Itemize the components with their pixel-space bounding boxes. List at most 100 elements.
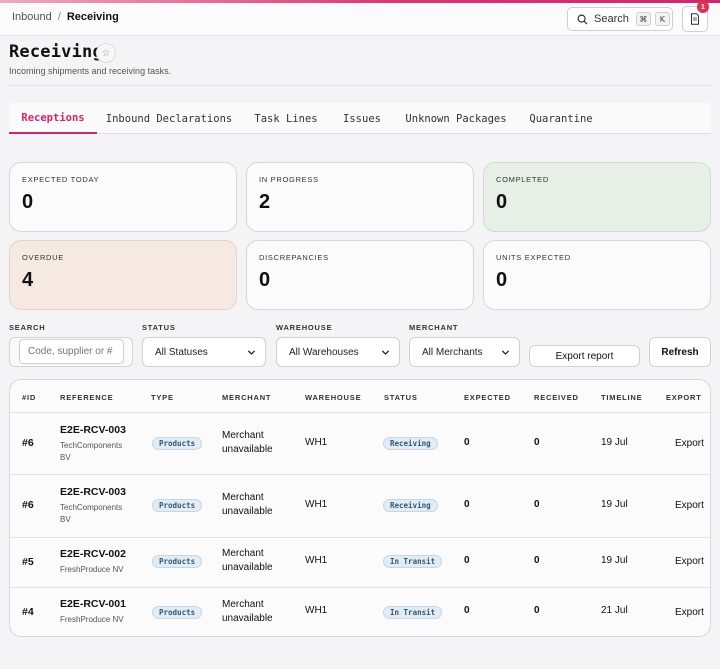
stat-value: 0	[496, 269, 508, 291]
status-select-value: All Statuses	[155, 346, 208, 358]
breadcrumb-separator: /	[57, 11, 61, 23]
row-supplier: FreshProduce NV	[60, 565, 124, 574]
column-header-timeline: TIMELINE	[601, 393, 643, 402]
page-subtitle: Incoming shipments and receiving tasks.	[9, 66, 172, 76]
row-merchant: Merchant unavailable	[222, 430, 273, 455]
row-received: 0	[534, 555, 540, 566]
status-badge: Receiving	[383, 437, 438, 450]
row-expected: 0	[464, 555, 470, 566]
row-id: #5	[22, 556, 34, 568]
row-timeline: 19 Jul	[601, 437, 628, 448]
row-warehouse: WH1	[305, 555, 328, 566]
column-header-id: #ID	[22, 393, 37, 402]
breadcrumb-root[interactable]: Inbound	[12, 11, 52, 23]
tab-inbound-declarations[interactable]: Inbound Declarations	[105, 103, 233, 134]
breadcrumb: Inbound / Receiving	[12, 11, 119, 23]
chevron-down-icon	[381, 350, 390, 355]
row-received: 0	[534, 437, 540, 448]
stat-label: OVERDUE	[22, 253, 64, 262]
row-merchant: Merchant unavailable	[222, 492, 273, 517]
shortcut-k-key: K	[654, 12, 670, 26]
row-supplier: FreshProduce NV	[60, 615, 124, 624]
stat-label: DISCREPANCIES	[259, 253, 329, 262]
row-reference[interactable]: E2E-RCV-001	[60, 598, 126, 610]
merchant-filter-label: MERCHANT	[409, 323, 459, 332]
tab-issues[interactable]: Issues	[339, 103, 385, 134]
row-export-link[interactable]: Export	[675, 438, 704, 449]
tab-unknown-packages[interactable]: Unknown Packages	[403, 103, 509, 134]
status-select[interactable]: All Statuses	[142, 337, 266, 367]
export-report-button[interactable]: Export report	[529, 345, 640, 367]
stat-card-completed: COMPLETED 0	[483, 162, 711, 232]
stat-value: 0	[22, 191, 34, 213]
column-header-merchant: MERCHANT	[222, 393, 272, 402]
row-export-link[interactable]: Export	[675, 607, 704, 618]
row-export-link[interactable]: Export	[675, 556, 704, 567]
row-id: #6	[22, 437, 34, 449]
row-reference[interactable]: E2E-RCV-003	[60, 486, 126, 498]
column-header-export: EXPORT	[666, 393, 702, 402]
header-divider	[9, 85, 711, 86]
row-warehouse: WH1	[305, 499, 328, 510]
receptions-table: #ID REFERENCE TYPE MERCHANT WAREHOUSE ST…	[9, 379, 711, 637]
row-timeline: 19 Jul	[601, 499, 628, 510]
column-header-warehouse: WAREHOUSE	[305, 393, 362, 402]
row-expected: 0	[464, 605, 470, 616]
breadcrumb-current: Receiving	[66, 11, 119, 23]
tab-bar: Receptions Inbound Declarations Task Lin…	[9, 103, 711, 134]
stat-label: EXPECTED TODAY	[22, 175, 100, 184]
warehouse-select-value: All Warehouses	[289, 346, 359, 358]
search-filter-label: SEARCH	[9, 323, 46, 332]
row-supplier: TechComponents BV	[60, 441, 123, 462]
table-row[interactable]: #4 E2E-RCV-001 FreshProduce NV Products …	[10, 587, 710, 636]
stat-card-expected-today: EXPECTED TODAY 0	[9, 162, 237, 232]
row-received: 0	[534, 605, 540, 616]
stat-label: UNITS EXPECTED	[496, 253, 571, 262]
row-reference[interactable]: E2E-RCV-003	[60, 424, 126, 436]
stat-value: 2	[259, 191, 271, 213]
notification-badge: 1	[697, 1, 709, 13]
row-export-link[interactable]: Export	[675, 500, 704, 511]
row-expected: 0	[464, 499, 470, 510]
type-badge: Products	[152, 437, 203, 450]
tab-quarantine[interactable]: Quarantine	[525, 103, 597, 134]
column-header-reference: REFERENCE	[60, 393, 114, 402]
search-label: Search	[594, 13, 629, 25]
search-input[interactable]	[19, 339, 124, 364]
stat-value: 4	[22, 269, 34, 291]
stat-card-units-expected: UNITS EXPECTED 0	[483, 240, 711, 310]
column-header-status: STATUS	[384, 393, 418, 402]
row-timeline: 21 Jul	[601, 605, 628, 616]
warehouse-select[interactable]: All Warehouses	[276, 337, 400, 367]
status-badge: In Transit	[383, 606, 443, 619]
status-filter-label: STATUS	[142, 323, 176, 332]
row-reference[interactable]: E2E-RCV-002	[60, 548, 126, 560]
table-row[interactable]: #5 E2E-RCV-002 FreshProduce NV Products …	[10, 537, 710, 587]
merchant-select[interactable]: All Merchants	[409, 337, 520, 367]
refresh-button[interactable]: Refresh	[649, 337, 711, 367]
tab-receptions[interactable]: Receptions	[9, 103, 97, 134]
merchant-select-value: All Merchants	[422, 346, 483, 358]
search-icon	[577, 14, 588, 25]
column-header-received: RECEIVED	[534, 393, 579, 402]
warehouse-filter-label: WAREHOUSE	[276, 323, 333, 332]
stat-card-overdue: OVERDUE 4	[9, 240, 237, 310]
column-header-type: TYPE	[151, 393, 174, 402]
row-warehouse: WH1	[305, 437, 328, 448]
favorite-star-icon[interactable]: ☆	[96, 43, 116, 63]
type-badge: Products	[152, 555, 203, 568]
stat-label: COMPLETED	[496, 175, 549, 184]
row-id: #4	[22, 606, 34, 618]
chevron-down-icon	[501, 350, 510, 355]
table-row[interactable]: #6 E2E-RCV-003 TechComponents BV Product…	[10, 474, 710, 537]
row-expected: 0	[464, 437, 470, 448]
global-search-button[interactable]: Search ⌘ K	[567, 7, 673, 31]
table-row[interactable]: #6 E2E-RCV-003 TechComponents BV Product…	[10, 412, 710, 474]
stat-card-discrepancies: DISCREPANCIES 0	[246, 240, 474, 310]
status-badge: Receiving	[383, 499, 438, 512]
row-timeline: 19 Jul	[601, 555, 628, 566]
tab-task-lines[interactable]: Task Lines	[249, 103, 323, 134]
status-badge: In Transit	[383, 555, 443, 568]
page-title: Receiving	[9, 42, 103, 62]
row-received: 0	[534, 499, 540, 510]
